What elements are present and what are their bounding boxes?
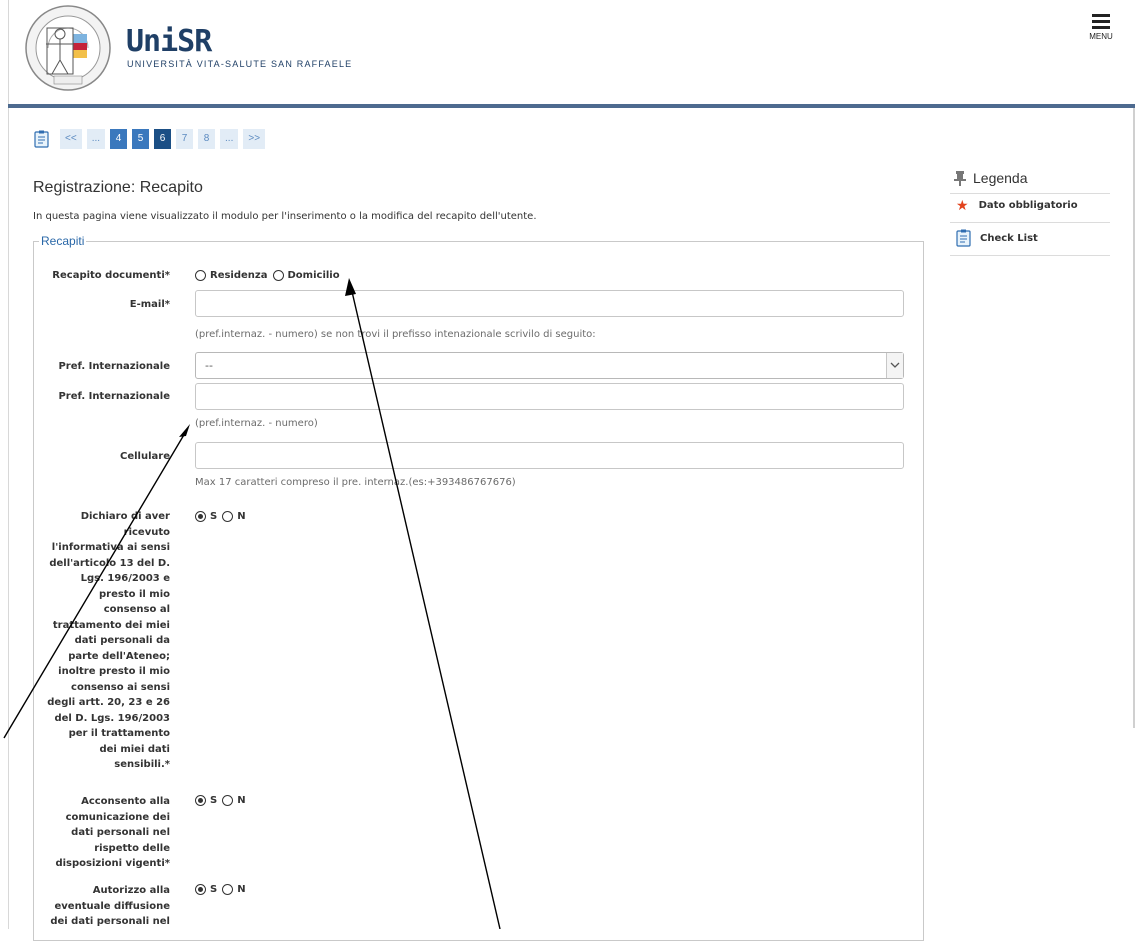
legenda-checklist-label[interactable]: Check List <box>980 233 1038 244</box>
radio-comunicazione-n[interactable] <box>222 795 234 806</box>
pager-first[interactable]: << <box>60 128 82 149</box>
legenda-divider <box>950 222 1110 223</box>
consenso-diffusione-label: Autorizzo alla eventuale diffusione dei … <box>50 885 170 927</box>
step-pagination: << ... 4 5 6 7 8 ... >> <box>34 128 270 149</box>
legenda-divider <box>950 193 1110 194</box>
recapito-documenti-label: Recapito documenti* <box>52 270 170 281</box>
radio-comunicazione-s[interactable] <box>195 795 206 806</box>
radio-diffusione-s[interactable] <box>195 884 206 895</box>
radio-residenza[interactable] <box>195 270 206 281</box>
chevron-down-icon[interactable] <box>886 353 903 378</box>
pref-input-hint: (pref.internaz. - numero) <box>195 418 318 429</box>
pref-select-value: -- <box>205 359 213 372</box>
site-header: UniSR UNIVERSITÀ VITA-SALUTE SAN RAFFAEL… <box>0 0 1135 104</box>
consenso-comunicazione-radio-group: S N <box>195 795 251 806</box>
pager-last[interactable]: >> <box>243 128 266 149</box>
consenso-informativa-label: Dichiaro di aver ricevuto l'informativa … <box>47 511 170 770</box>
legenda-item-obbligatorio: ★ Dato obbligatorio <box>956 197 1078 214</box>
checklist-icon <box>956 229 971 247</box>
email-label: E-mail* <box>129 299 170 310</box>
pager-ellipsis-prev[interactable]: ... <box>86 128 106 149</box>
radio-comunicazione-s-label[interactable]: S <box>210 795 217 806</box>
star-icon: ★ <box>956 197 969 214</box>
consenso-informativa-radio-group: S N <box>195 511 251 522</box>
radio-domicilio[interactable] <box>272 270 284 281</box>
pager-page-4[interactable]: 4 <box>110 128 128 149</box>
legenda-divider <box>950 255 1110 256</box>
legenda-obbligatorio-label: Dato obbligatorio <box>978 200 1078 211</box>
radio-informativa-s-label[interactable]: S <box>210 511 217 522</box>
radio-informativa-n-label[interactable]: N <box>237 511 245 522</box>
pref-internazionale-select[interactable]: -- <box>195 352 904 379</box>
hamburger-icon <box>1092 14 1110 17</box>
radio-diffusione-n-label[interactable]: N <box>237 884 245 895</box>
menu-button[interactable]: MENU <box>1087 12 1115 46</box>
radio-informativa-n[interactable] <box>222 511 234 522</box>
fieldset-legend: Recapiti <box>39 234 87 248</box>
university-seal-logo <box>25 5 111 91</box>
recapito-documenti-radio-group: Residenza Domicilio <box>195 270 345 281</box>
brand-subtitle: UNIVERSITÀ VITA-SALUTE SAN RAFFAELE <box>127 59 353 69</box>
legenda-title: Legenda <box>953 170 1028 186</box>
radio-diffusione-n[interactable] <box>222 884 234 895</box>
cellulare-hint: Max 17 caratteri compreso il pre. intern… <box>195 477 516 488</box>
pager-page-8[interactable]: 8 <box>198 128 216 149</box>
email-field[interactable] <box>195 290 904 317</box>
cellulare-label: Cellulare <box>120 451 170 462</box>
checklist-icon[interactable] <box>34 130 50 148</box>
pin-icon <box>954 171 966 186</box>
pager-page-6-current[interactable]: 6 <box>154 128 172 149</box>
legenda-title-text: Legenda <box>973 170 1028 186</box>
pager-page-5[interactable]: 5 <box>132 128 150 149</box>
pref-internazionale-input-label: Pref. Internazionale <box>58 391 170 402</box>
legenda-item-checklist[interactable]: Check List <box>956 229 1038 247</box>
page-description: In questa pagina viene visualizzato il m… <box>33 211 537 222</box>
radio-residenza-label[interactable]: Residenza <box>210 270 268 281</box>
menu-label: MENU <box>1089 32 1113 41</box>
page-left-border <box>8 0 9 929</box>
radio-comunicazione-n-label[interactable]: N <box>237 795 245 806</box>
pref-hint: (pref.internaz. - numero) se non trovi i… <box>195 329 596 340</box>
header-divider <box>8 104 1135 108</box>
radio-domicilio-label[interactable]: Domicilio <box>288 270 340 281</box>
pref-internazionale-input[interactable] <box>195 383 904 410</box>
radio-diffusione-s-label[interactable]: S <box>210 884 217 895</box>
brand-name: UniSR <box>126 24 212 59</box>
radio-informativa-s[interactable] <box>195 511 206 522</box>
pager-page-7[interactable]: 7 <box>176 128 194 149</box>
cellulare-field[interactable] <box>195 442 904 469</box>
consenso-comunicazione-label: Acconsento alla comunicazione dei dati p… <box>55 796 170 869</box>
consenso-diffusione-radio-group: S N <box>195 884 251 895</box>
pref-internazionale-select-label: Pref. Internazionale <box>58 361 170 372</box>
page-title: Registrazione: Recapito <box>33 179 203 196</box>
pager-ellipsis-next[interactable]: ... <box>220 128 239 149</box>
